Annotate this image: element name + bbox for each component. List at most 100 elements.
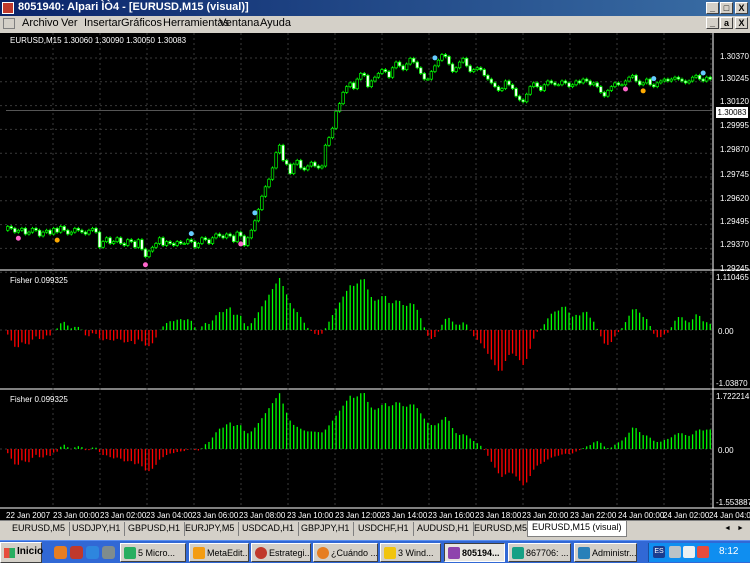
bear-candle xyxy=(66,229,70,235)
task-button-windows[interactable]: 3 Wind... xyxy=(380,543,441,562)
time-tick: 23 Jan 16:00 xyxy=(428,511,475,520)
bull-candle xyxy=(440,54,444,61)
bear-candle xyxy=(701,78,705,82)
task-button-micro[interactable]: 5 Micro... xyxy=(120,543,186,562)
signal-arrow-icon xyxy=(651,76,657,82)
task-button-mt4[interactable]: 805194... xyxy=(444,543,505,562)
bull-candle xyxy=(175,241,179,246)
tab-eurusd-m15-visual[interactable]: EURUSD,M15 (visual) xyxy=(527,521,627,537)
bear-candle xyxy=(521,99,525,103)
maximize-button[interactable]: □ xyxy=(720,2,733,14)
bull-candle xyxy=(154,243,158,248)
bear-candle xyxy=(412,57,416,63)
bull-candle xyxy=(320,165,324,169)
bull-candle xyxy=(369,80,374,88)
tray-expand-icon[interactable] xyxy=(669,546,681,558)
bear-candle xyxy=(496,86,501,91)
bull-candle xyxy=(560,80,564,86)
task-button-estrategias[interactable]: Estrategi... xyxy=(251,543,311,562)
bull-candle xyxy=(641,82,645,86)
network-icon[interactable] xyxy=(683,546,695,558)
title-bar[interactable]: 8051940: Alpari ÌÒ4 - [EURUSD,M15 (visua… xyxy=(0,0,750,16)
language-icon[interactable]: ES xyxy=(653,546,665,558)
chart-area[interactable]: EURUSD,M15 1.30060 1.30090 1.30050 1.300… xyxy=(0,33,750,520)
mdi-close-button[interactable]: X xyxy=(735,17,748,29)
start-button[interactable]: Inicio xyxy=(0,542,43,563)
bear-candle xyxy=(9,226,13,229)
task-button-metaeditor[interactable]: MetaEdit... xyxy=(189,543,249,562)
menu-archivo[interactable]: Archivo xyxy=(22,17,59,29)
mdi-restore-button[interactable]: a xyxy=(720,17,733,29)
bear-candle xyxy=(242,235,246,246)
bull-candle xyxy=(662,78,666,82)
bull-candle xyxy=(694,74,698,78)
tab-eurjpy-m5[interactable]: EURJPY,M5 xyxy=(181,522,240,536)
bear-candle xyxy=(140,239,144,250)
bear-candle xyxy=(447,56,451,65)
bull-candle xyxy=(157,237,162,244)
bear-candle xyxy=(553,82,557,86)
bull-candle xyxy=(200,237,204,244)
signal-arrow-icon xyxy=(188,231,194,237)
bear-candle xyxy=(489,78,494,84)
price-tick: 1.29745 xyxy=(720,170,749,179)
bear-candle xyxy=(221,235,225,239)
bear-candle xyxy=(585,78,589,82)
tab-eurusd-m5-2[interactable]: EURUSD,M5 xyxy=(470,522,533,536)
bear-candle xyxy=(450,63,455,72)
tab-usdjpy-h1[interactable]: USDJPY,H1 xyxy=(68,522,126,536)
tab-scroll-right-icon[interactable]: ► xyxy=(735,523,746,534)
quicklaunch-icon[interactable] xyxy=(86,546,99,559)
mdi-minimize-button[interactable]: _ xyxy=(706,17,719,29)
tab-gbpjpy-h1[interactable]: GBPJPY,H1 xyxy=(297,522,355,536)
symbol-info: EURUSD,M15 1.30060 1.30090 1.30050 1.300… xyxy=(10,36,187,45)
security-icon[interactable] xyxy=(697,546,709,558)
bear-candle xyxy=(179,241,183,244)
excel-icon xyxy=(124,547,136,559)
bull-candle xyxy=(532,82,536,88)
minimize-button[interactable]: _ xyxy=(706,2,719,14)
tab-usdchf-h1[interactable]: USDCHF,H1 xyxy=(354,522,414,536)
menu-insertar[interactable]: Insertar xyxy=(84,17,121,29)
bull-candle xyxy=(196,243,201,248)
bear-candle xyxy=(539,86,543,91)
bull-candle xyxy=(433,65,437,72)
menu-ventana[interactable]: Ventana xyxy=(219,17,259,29)
chart-window-icon[interactable] xyxy=(3,18,15,29)
task-button-cuando[interactable]: ¿Cuándo ... xyxy=(313,543,378,562)
time-tick: 23 Jan 18:00 xyxy=(475,511,522,520)
quicklaunch-icon[interactable] xyxy=(70,546,83,559)
price-chart[interactable] xyxy=(0,33,750,520)
bear-candle xyxy=(535,82,539,88)
quicklaunch-icon[interactable] xyxy=(102,546,115,559)
menu-ayuda[interactable]: Ayuda xyxy=(260,17,291,29)
task-button-867706[interactable]: 867706: ... xyxy=(508,543,571,562)
menu-ver[interactable]: Ver xyxy=(61,17,78,29)
bear-candle xyxy=(80,229,84,233)
tab-scroll-left-icon[interactable]: ◄ xyxy=(722,523,733,534)
bull-candle xyxy=(164,241,169,246)
tab-audusd-h1[interactable]: AUDUSD,H1 xyxy=(413,522,475,536)
bull-candle xyxy=(373,76,377,82)
bear-candle xyxy=(708,76,712,80)
bear-candle xyxy=(366,74,370,88)
bull-candle xyxy=(214,233,218,239)
menu-graficos[interactable]: Gráficos xyxy=(121,17,162,29)
tab-usdcad-h1[interactable]: USDCAD,H1 xyxy=(238,522,300,536)
bull-candle xyxy=(309,161,313,167)
bear-candle xyxy=(129,239,133,242)
task-button-administrador[interactable]: Administr... xyxy=(574,543,637,562)
bear-candle xyxy=(362,73,366,76)
indicator1-label: Fisher 0.099325 xyxy=(10,276,68,285)
tab-gbpusd-h1[interactable]: GBPUSD,H1 xyxy=(124,522,186,536)
quicklaunch-icon[interactable] xyxy=(54,546,67,559)
bull-candle xyxy=(334,110,338,129)
bull-candle xyxy=(609,86,614,91)
tab-eurusd-m5[interactable]: EURUSD,M5 xyxy=(8,522,71,536)
bear-candle xyxy=(602,91,606,97)
indicator1-tick-min: -1.03870 xyxy=(716,379,748,388)
bear-candle xyxy=(422,73,426,80)
bear-candle xyxy=(443,54,448,57)
close-button[interactable]: X xyxy=(735,2,748,14)
indicator1-tick-max: 1.110465 xyxy=(716,273,749,282)
